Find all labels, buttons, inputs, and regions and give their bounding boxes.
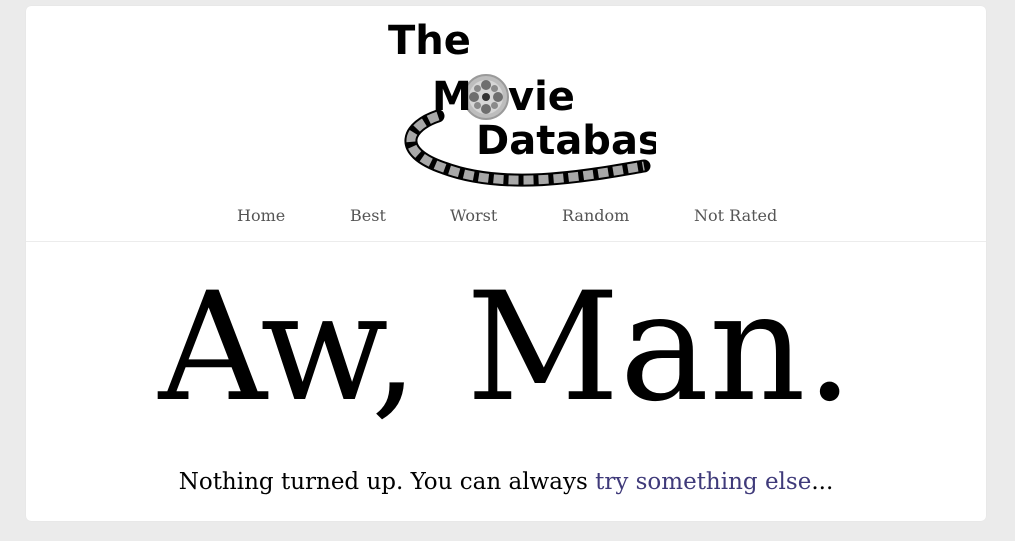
logo-text-database: Database [476, 118, 656, 164]
nav-random[interactable]: Random [562, 206, 629, 225]
main-nav: Home Best Worst Random Not Rated [26, 206, 986, 226]
message-prefix: Nothing turned up. You can always [178, 469, 596, 495]
nav-best[interactable]: Best [350, 206, 386, 225]
nav-not-rated[interactable]: Not Rated [694, 206, 777, 225]
header-divider [26, 241, 986, 242]
site-logo[interactable]: The M vie Database [356, 16, 656, 191]
try-something-else-link[interactable]: try something else [595, 469, 811, 495]
nav-worst[interactable]: Worst [450, 206, 497, 225]
message-suffix: ... [811, 469, 834, 495]
logo-text-the: The [388, 18, 471, 64]
logo-text-vie: vie [508, 74, 575, 120]
page-card: The M vie Database Home Best Worst Rando… [26, 6, 986, 521]
page-headline: Aw, Man. [158, 261, 854, 435]
empty-results-message: Nothing turned up. You can always try so… [26, 467, 986, 497]
logo-text-m: M [432, 74, 472, 120]
nav-home[interactable]: Home [237, 206, 285, 225]
